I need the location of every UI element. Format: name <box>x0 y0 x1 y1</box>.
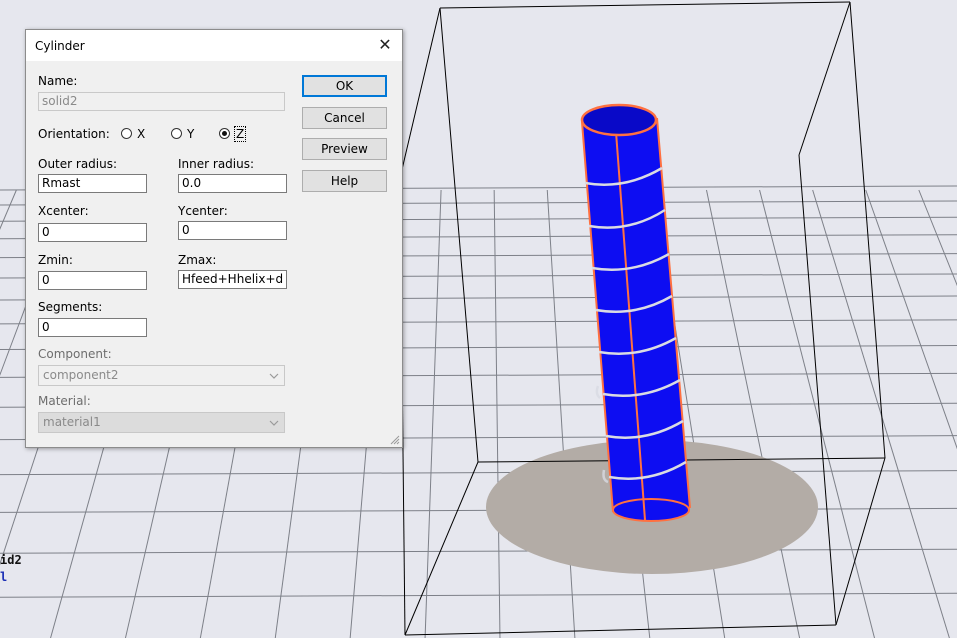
help-button[interactable]: Help <box>302 170 387 192</box>
component-value: component2 <box>43 368 119 382</box>
zmax-label: Zmax: <box>178 253 217 267</box>
zmin-field[interactable]: 0 <box>38 271 147 290</box>
tree-label-line-2: l <box>0 570 8 584</box>
grid-line <box>546 189 576 638</box>
tree-label-line-1: id2 <box>0 553 22 567</box>
xcenter-field[interactable]: 0 <box>38 223 147 242</box>
component-label: Component: <box>38 347 112 361</box>
inner-radius-label: Inner radius: <box>178 157 255 171</box>
grid-line <box>706 189 801 638</box>
name-field: solid2 <box>38 92 285 111</box>
segments-field[interactable]: 0 <box>38 318 147 337</box>
radio-circle-x <box>121 128 132 139</box>
component-select: component2 <box>38 365 285 386</box>
material-value: material1 <box>43 415 101 429</box>
orientation-y-label: Y <box>187 127 195 141</box>
segments-label: Segments: <box>38 300 103 314</box>
grid-line <box>918 189 957 287</box>
grid-line <box>0 470 957 476</box>
ok-button[interactable]: OK <box>302 75 387 97</box>
combo-arrow-icon <box>269 373 279 379</box>
grid-line <box>0 592 957 598</box>
preview-button[interactable]: Preview <box>302 138 387 160</box>
radio-circle-z <box>219 128 230 139</box>
material-label: Material: <box>38 394 91 408</box>
tree-label: id2 l <box>0 552 22 586</box>
ycenter-field[interactable]: 0 <box>178 221 287 240</box>
combo-arrow-icon <box>269 420 279 426</box>
orientation-z-label: Z <box>233 126 247 142</box>
outer-radius-label: Outer radius: <box>38 157 118 171</box>
grid-line <box>424 189 442 638</box>
ycenter-label: Ycenter: <box>178 204 228 218</box>
resize-grip-icon[interactable] <box>390 435 400 445</box>
xcenter-label: Xcenter: <box>38 204 89 218</box>
radio-circle-y <box>171 128 182 139</box>
zmax-field[interactable]: Hfeed+Hhelix+d <box>178 270 287 289</box>
orientation-label: Orientation: <box>38 127 110 141</box>
dialog-titlebar[interactable]: Cylinder ✕ <box>26 30 402 61</box>
zmin-label: Zmin: <box>38 253 73 267</box>
grid-line <box>493 189 501 638</box>
grid-line <box>865 189 957 450</box>
inner-radius-field[interactable]: 0.0 <box>178 174 287 193</box>
close-icon[interactable]: ✕ <box>368 30 402 61</box>
grid-line <box>759 189 876 638</box>
outer-radius-field[interactable]: Rmast <box>38 174 147 193</box>
dialog-title: Cylinder <box>35 39 85 53</box>
name-label: Name: <box>38 74 78 88</box>
material-select: material1 <box>38 412 285 433</box>
cancel-button[interactable]: Cancel <box>302 107 387 129</box>
grid-line <box>0 548 957 554</box>
cylinder-dialog: Cylinder ✕ Name: solid2 Orientation: X Y… <box>25 29 403 448</box>
orientation-x-label: X <box>137 127 146 141</box>
